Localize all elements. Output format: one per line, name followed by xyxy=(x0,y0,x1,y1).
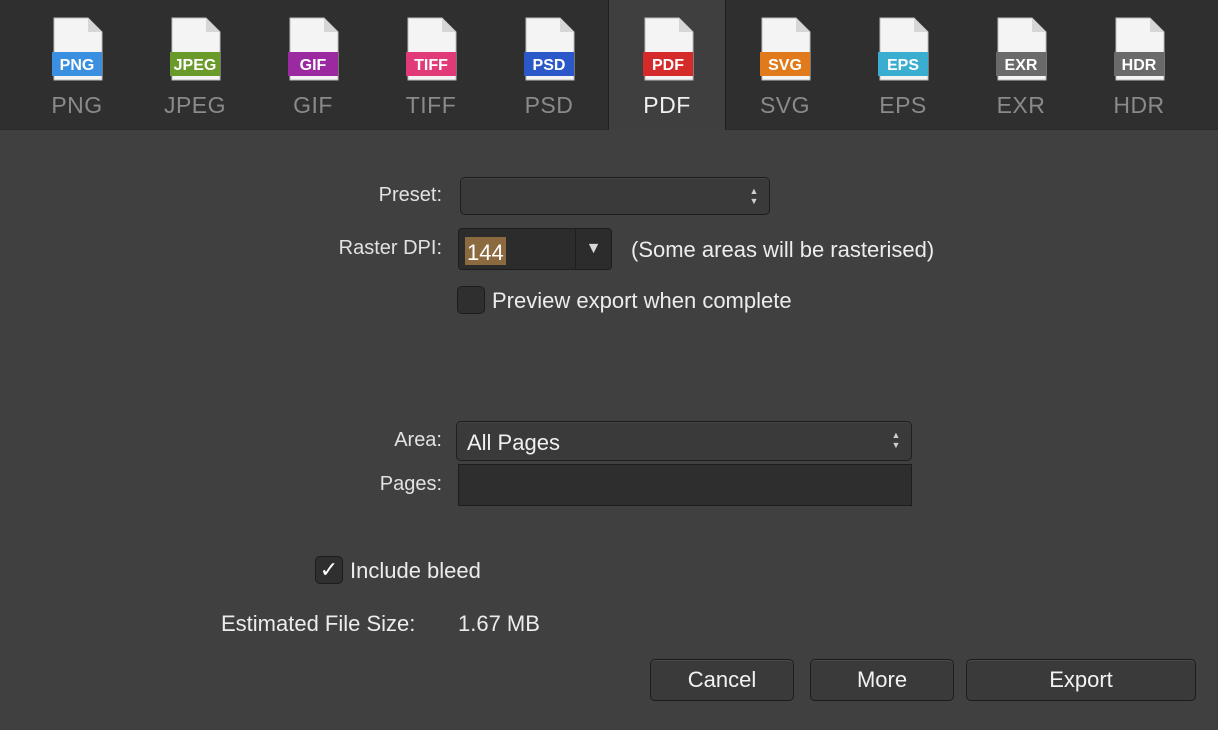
tab-jpeg[interactable]: JPEG JPEG xyxy=(136,0,254,130)
preview-export-label[interactable]: Preview export when complete xyxy=(492,288,792,314)
tab-bar-left-padding xyxy=(0,0,18,130)
png-file-icon: PNG xyxy=(50,16,104,82)
estimated-file-size-value: 1.67 MB xyxy=(458,611,540,636)
file-badge-text: PNG xyxy=(60,57,95,74)
raster-dpi-value[interactable]: 144 xyxy=(465,237,506,265)
file-badge-text: EPS xyxy=(887,57,919,74)
tab-gif[interactable]: GIF GIF xyxy=(254,0,372,130)
export-button[interactable]: Export xyxy=(966,659,1196,701)
area-value: All Pages xyxy=(467,430,560,455)
tiff-file-icon: TIFF xyxy=(404,16,458,82)
preset-label: Preset: xyxy=(378,184,442,206)
exr-file-icon: EXR xyxy=(994,16,1048,82)
tab-label: EXR xyxy=(996,92,1046,118)
dropdown-arrow-icon[interactable]: ▼ xyxy=(575,229,611,269)
tab-label: EPS xyxy=(879,92,927,118)
tab-png[interactable]: PNG PNG xyxy=(18,0,136,130)
raster-note: (Some areas will be rasterised) xyxy=(631,237,935,262)
tab-svg[interactable]: SVG SVG xyxy=(726,0,844,130)
area-select[interactable]: All Pages ▲ ▼ xyxy=(456,421,912,461)
tab-eps[interactable]: EPS EPS xyxy=(844,0,962,130)
include-bleed-checkbox[interactable]: ✓ xyxy=(315,556,343,584)
tab-label: HDR xyxy=(1113,92,1165,118)
jpeg-file-icon: JPEG xyxy=(168,16,222,82)
stepper-icon: ▲ ▼ xyxy=(891,430,901,450)
include-bleed-label[interactable]: Include bleed xyxy=(350,558,481,584)
file-badge-text: HDR xyxy=(1122,57,1157,74)
tab-tiff[interactable]: TIFF TIFF xyxy=(372,0,490,130)
tab-pdf[interactable]: PDF PDF xyxy=(608,0,726,130)
pages-label: Pages: xyxy=(379,473,442,495)
hdr-file-icon: HDR xyxy=(1112,16,1166,82)
area-label: Area: xyxy=(394,429,442,451)
format-tab-bar: PNG PNG JPEG JPEG GIF GIF TIFF TIFF PSD PSD PDF PDF… xyxy=(0,0,1218,130)
tab-label: PDF xyxy=(643,92,691,118)
psd-file-icon: PSD xyxy=(522,16,576,82)
tab-label: JPEG xyxy=(163,92,227,118)
tab-label: GIF xyxy=(293,92,333,118)
file-badge-text: JPEG xyxy=(174,57,217,74)
tab-label: SVG xyxy=(759,92,811,118)
pages-input[interactable] xyxy=(458,464,912,506)
tab-psd[interactable]: PSD PSD xyxy=(490,0,608,130)
gif-file-icon: GIF xyxy=(286,16,340,82)
checkmark-icon: ✓ xyxy=(319,557,339,582)
more-button[interactable]: More xyxy=(810,659,954,701)
preset-select[interactable]: ▲ ▼ xyxy=(460,177,770,215)
preview-export-checkbox[interactable] xyxy=(457,286,485,314)
tab-hdr[interactable]: HDR HDR xyxy=(1080,0,1198,130)
file-badge-text: SVG xyxy=(768,57,802,74)
svg-file-icon: SVG xyxy=(758,16,812,82)
export-dialog: PNG PNG JPEG JPEG GIF GIF TIFF TIFF PSD PSD PDF PDF… xyxy=(0,0,1218,730)
eps-file-icon: EPS xyxy=(876,16,930,82)
file-badge-text: PDF xyxy=(652,57,684,74)
tab-exr[interactable]: EXR EXR xyxy=(962,0,1080,130)
estimated-file-size-label: Estimated File Size: xyxy=(221,611,416,636)
file-badge-text: PSD xyxy=(533,57,566,74)
cancel-button[interactable]: Cancel xyxy=(650,659,794,701)
tab-label: PNG xyxy=(51,92,103,118)
raster-dpi-label: Raster DPI: xyxy=(338,237,442,259)
raster-dpi-combobox[interactable]: 144 ▼ xyxy=(458,228,612,270)
file-badge-text: GIF xyxy=(300,57,327,74)
tab-label: TIFF xyxy=(405,92,457,118)
stepper-icon: ▲ ▼ xyxy=(749,186,759,206)
file-badge-text: EXR xyxy=(1005,57,1038,74)
file-badge-text: TIFF xyxy=(414,57,448,74)
pdf-file-icon: PDF xyxy=(641,16,695,82)
tab-label: PSD xyxy=(524,92,574,118)
